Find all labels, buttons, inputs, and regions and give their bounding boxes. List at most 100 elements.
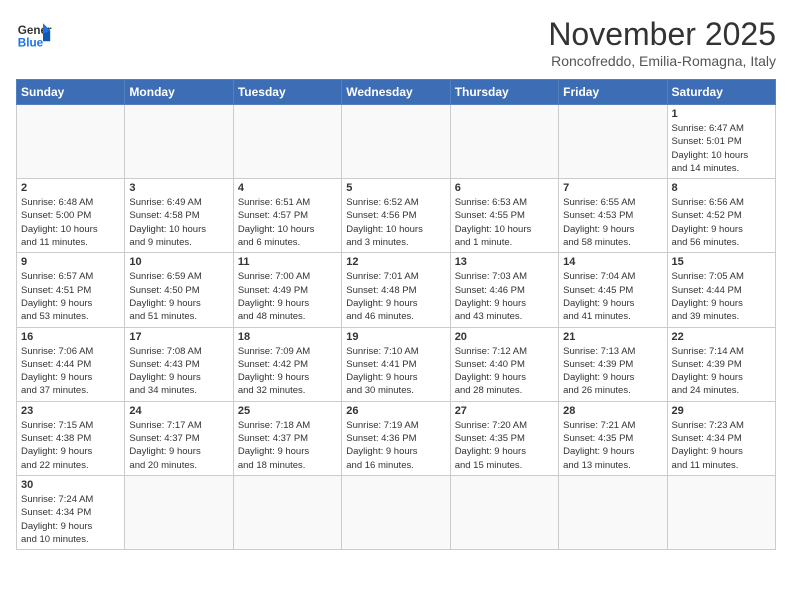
day-info: Sunrise: 7:19 AMSunset: 4:36 PMDaylight:… <box>346 419 445 472</box>
day-info: Sunrise: 7:13 AMSunset: 4:39 PMDaylight:… <box>563 345 662 398</box>
week-row-6: 30 Sunrise: 7:24 AMSunset: 4:34 PMDayligh… <box>17 475 776 549</box>
day-number: 29 <box>672 405 771 417</box>
day-number: 20 <box>455 331 554 343</box>
day-info: Sunrise: 7:06 AMSunset: 4:44 PMDaylight:… <box>21 345 120 398</box>
day-info: Sunrise: 7:03 AMSunset: 4:46 PMDaylight:… <box>455 270 554 323</box>
calendar-cell: 25 Sunrise: 7:18 AMSunset: 4:37 PMDayligh… <box>233 401 341 475</box>
week-row-3: 9Sunrise: 6:57 AMSunset: 4:51 PMDaylight… <box>17 253 776 327</box>
calendar-cell: 5Sunrise: 6:52 AMSunset: 4:56 PMDaylight… <box>342 179 450 253</box>
column-header-friday: Friday <box>559 80 667 105</box>
day-number: 23 <box>21 405 120 417</box>
calendar-cell: 9Sunrise: 6:57 AMSunset: 4:51 PMDaylight… <box>17 253 125 327</box>
day-number: 28 <box>563 405 662 417</box>
day-number: 6 <box>455 182 554 194</box>
day-info: Sunrise: 7:15 AMSunset: 4:38 PMDaylight:… <box>21 419 120 472</box>
day-info: Sunrise: 7:18 AMSunset: 4:37 PMDaylight:… <box>238 419 337 472</box>
calendar-header-row: SundayMondayTuesdayWednesdayThursdayFrid… <box>17 80 776 105</box>
day-number: 26 <box>346 405 445 417</box>
week-row-1: 1 Sunrise: 6:47 AMSunset: 5:01 PMDaylight… <box>17 105 776 179</box>
calendar-cell <box>450 475 558 549</box>
day-number: 9 <box>21 256 120 268</box>
calendar-table: SundayMondayTuesdayWednesdayThursdayFrid… <box>16 79 776 550</box>
day-info: Sunrise: 6:56 AMSunset: 4:52 PMDaylight:… <box>672 196 771 249</box>
day-number: 1 <box>672 108 771 120</box>
calendar-cell: 23 Sunrise: 7:15 AMSunset: 4:38 PMDayligh… <box>17 401 125 475</box>
day-number: 21 <box>563 331 662 343</box>
day-number: 30 <box>21 479 120 491</box>
calendar-cell: 10Sunrise: 6:59 AMSunset: 4:50 PMDayligh… <box>125 253 233 327</box>
day-number: 24 <box>129 405 228 417</box>
location-subtitle: Roncofreddo, Emilia-Romagna, Italy <box>548 53 776 69</box>
svg-text:Blue: Blue <box>18 37 44 50</box>
day-number: 22 <box>672 331 771 343</box>
calendar-cell: 30 Sunrise: 7:24 AMSunset: 4:34 PMDayligh… <box>17 475 125 549</box>
calendar-cell: 24 Sunrise: 7:17 AMSunset: 4:37 PMDayligh… <box>125 401 233 475</box>
day-info: Sunrise: 6:48 AMSunset: 5:00 PMDaylight:… <box>21 196 120 249</box>
title-block: November 2025 Roncofreddo, Emilia-Romagn… <box>548 16 776 69</box>
calendar-cell <box>125 105 233 179</box>
calendar-cell: 4Sunrise: 6:51 AMSunset: 4:57 PMDaylight… <box>233 179 341 253</box>
day-number: 17 <box>129 331 228 343</box>
day-info: Sunrise: 7:17 AMSunset: 4:37 PMDaylight:… <box>129 419 228 472</box>
column-header-thursday: Thursday <box>450 80 558 105</box>
calendar-cell <box>17 105 125 179</box>
calendar-cell <box>233 105 341 179</box>
day-info: Sunrise: 7:24 AMSunset: 4:34 PMDaylight:… <box>21 493 120 546</box>
calendar-cell: 12 Sunrise: 7:01 AMSunset: 4:48 PMDayligh… <box>342 253 450 327</box>
day-number: 12 <box>346 256 445 268</box>
day-info: Sunrise: 7:08 AMSunset: 4:43 PMDaylight:… <box>129 345 228 398</box>
day-number: 27 <box>455 405 554 417</box>
column-header-sunday: Sunday <box>17 80 125 105</box>
day-info: Sunrise: 6:51 AMSunset: 4:57 PMDaylight:… <box>238 196 337 249</box>
calendar-cell: 15Sunrise: 7:05 AMSunset: 4:44 PMDayligh… <box>667 253 775 327</box>
day-info: Sunrise: 6:53 AMSunset: 4:55 PMDaylight:… <box>455 196 554 249</box>
day-info: Sunrise: 6:52 AMSunset: 4:56 PMDaylight:… <box>346 196 445 249</box>
calendar-cell: 16 Sunrise: 7:06 AMSunset: 4:44 PMDayligh… <box>17 327 125 401</box>
day-info: Sunrise: 7:01 AMSunset: 4:48 PMDaylight:… <box>346 270 445 323</box>
day-number: 16 <box>21 331 120 343</box>
calendar-cell: 14 Sunrise: 7:04 AMSunset: 4:45 PMDayligh… <box>559 253 667 327</box>
day-number: 14 <box>563 256 662 268</box>
day-info: Sunrise: 7:21 AMSunset: 4:35 PMDaylight:… <box>563 419 662 472</box>
calendar-cell: 22Sunrise: 7:14 AMSunset: 4:39 PMDayligh… <box>667 327 775 401</box>
calendar-cell: 18 Sunrise: 7:09 AMSunset: 4:42 PMDayligh… <box>233 327 341 401</box>
day-number: 7 <box>563 182 662 194</box>
calendar-cell: 17 Sunrise: 7:08 AMSunset: 4:43 PMDayligh… <box>125 327 233 401</box>
day-info: Sunrise: 6:47 AMSunset: 5:01 PMDaylight:… <box>672 122 771 175</box>
calendar-cell: 6 Sunrise: 6:53 AMSunset: 4:55 PMDaylight… <box>450 179 558 253</box>
day-number: 8 <box>672 182 771 194</box>
calendar-cell <box>125 475 233 549</box>
day-info: Sunrise: 7:05 AMSunset: 4:44 PMDaylight:… <box>672 270 771 323</box>
day-number: 13 <box>455 256 554 268</box>
calendar-cell: 8 Sunrise: 6:56 AMSunset: 4:52 PMDaylight… <box>667 179 775 253</box>
day-info: Sunrise: 7:09 AMSunset: 4:42 PMDaylight:… <box>238 345 337 398</box>
day-number: 25 <box>238 405 337 417</box>
calendar-cell <box>342 475 450 549</box>
day-number: 18 <box>238 331 337 343</box>
calendar-cell <box>233 475 341 549</box>
calendar-cell <box>559 105 667 179</box>
calendar-cell: 11Sunrise: 7:00 AMSunset: 4:49 PMDayligh… <box>233 253 341 327</box>
column-header-tuesday: Tuesday <box>233 80 341 105</box>
week-row-2: 2 Sunrise: 6:48 AMSunset: 5:00 PMDaylight… <box>17 179 776 253</box>
day-info: Sunrise: 7:20 AMSunset: 4:35 PMDaylight:… <box>455 419 554 472</box>
day-info: Sunrise: 7:10 AMSunset: 4:41 PMDaylight:… <box>346 345 445 398</box>
calendar-cell: 19 Sunrise: 7:10 AMSunset: 4:41 PMDayligh… <box>342 327 450 401</box>
calendar-cell: 28 Sunrise: 7:21 AMSunset: 4:35 PMDayligh… <box>559 401 667 475</box>
day-info: Sunrise: 7:00 AMSunset: 4:49 PMDaylight:… <box>238 270 337 323</box>
calendar-cell: 7Sunrise: 6:55 AMSunset: 4:53 PMDaylight… <box>559 179 667 253</box>
day-number: 2 <box>21 182 120 194</box>
day-info: Sunrise: 7:04 AMSunset: 4:45 PMDaylight:… <box>563 270 662 323</box>
calendar-cell: 13 Sunrise: 7:03 AMSunset: 4:46 PMDayligh… <box>450 253 558 327</box>
calendar-cell: 27 Sunrise: 7:20 AMSunset: 4:35 PMDayligh… <box>450 401 558 475</box>
page-header: General Blue November 2025 Roncofreddo, … <box>16 16 776 69</box>
calendar-cell: 26 Sunrise: 7:19 AMSunset: 4:36 PMDayligh… <box>342 401 450 475</box>
calendar-cell <box>450 105 558 179</box>
day-number: 3 <box>129 182 228 194</box>
column-header-saturday: Saturday <box>667 80 775 105</box>
calendar-cell: 3Sunrise: 6:49 AMSunset: 4:58 PMDaylight… <box>125 179 233 253</box>
day-number: 19 <box>346 331 445 343</box>
column-header-monday: Monday <box>125 80 233 105</box>
week-row-4: 16 Sunrise: 7:06 AMSunset: 4:44 PMDayligh… <box>17 327 776 401</box>
calendar-cell: 29Sunrise: 7:23 AMSunset: 4:34 PMDayligh… <box>667 401 775 475</box>
